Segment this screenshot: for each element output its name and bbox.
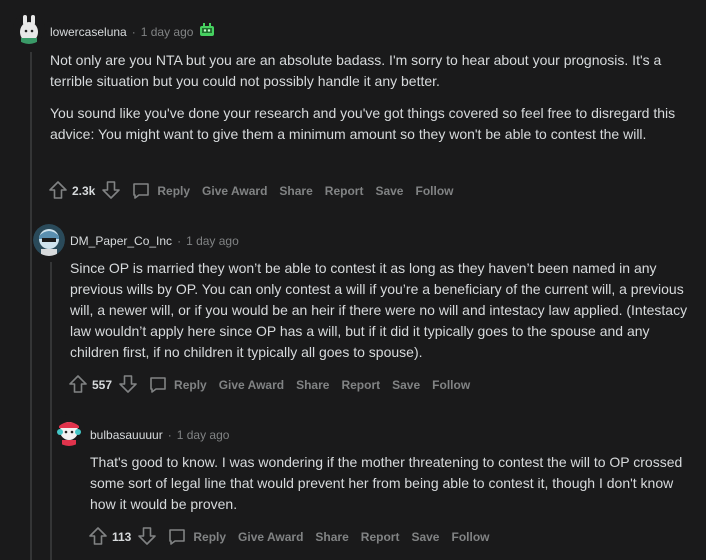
avatar[interactable]: [13, 12, 45, 44]
reply-button[interactable]: Reply: [131, 181, 190, 201]
save-button[interactable]: Save: [411, 530, 439, 544]
avatar-image: [53, 414, 85, 446]
reply-label: Reply: [193, 530, 227, 544]
upvote-icon[interactable]: [68, 374, 88, 397]
comment-paragraph: Since OP is married they won’t be able t…: [70, 260, 688, 360]
save-button[interactable]: Save: [375, 184, 403, 198]
thread-line[interactable]: [50, 262, 52, 560]
follow-button[interactable]: Follow: [432, 378, 470, 392]
give-award-button[interactable]: Give Award: [202, 184, 267, 198]
reply-label: Reply: [157, 184, 191, 198]
comment-icon: [150, 377, 166, 393]
comment-icon: [133, 183, 150, 199]
follow-button[interactable]: Follow: [451, 530, 489, 544]
report-button[interactable]: Report: [361, 530, 400, 544]
downvote-icon[interactable]: [137, 526, 157, 549]
upvote-icon[interactable]: [48, 180, 68, 203]
reply-button[interactable]: Reply: [148, 375, 207, 395]
separator: ·: [131, 24, 136, 39]
timestamp[interactable]: 1 day ago: [177, 428, 230, 442]
save-button[interactable]: Save: [392, 378, 420, 392]
comment-actions: 2.3k Reply Give Award Share Report Save …: [48, 179, 465, 203]
avatar[interactable]: [53, 414, 85, 446]
comment-paragraph: Not only are you NTA but you are an abso…: [50, 52, 662, 89]
username[interactable]: bulbasauuuur: [90, 428, 163, 442]
avatar-image: [33, 224, 65, 256]
timestamp[interactable]: 1 day ago: [141, 25, 194, 39]
comment-paragraph: You sound like you've done your research…: [50, 105, 676, 142]
give-award-button[interactable]: Give Award: [238, 530, 303, 544]
give-award-button[interactable]: Give Award: [219, 378, 284, 392]
award-icon[interactable]: [199, 22, 215, 41]
downvote-icon[interactable]: [101, 180, 121, 203]
reply-label: Reply: [174, 378, 207, 392]
report-button[interactable]: Report: [341, 378, 380, 392]
share-button[interactable]: Share: [296, 378, 329, 392]
vote-count: 2.3k: [72, 184, 96, 198]
comment-icon: [169, 529, 186, 545]
avatar-image: [13, 12, 45, 44]
report-button[interactable]: Report: [325, 184, 364, 198]
thread-line[interactable]: [30, 52, 32, 560]
vote-count: 557: [92, 378, 113, 392]
comment-actions: 557 Reply Give Award Share Report Save F…: [68, 373, 482, 397]
share-button[interactable]: Share: [315, 530, 348, 544]
comment-paragraph: That's good to know. I was wondering if …: [90, 454, 683, 512]
follow-button[interactable]: Follow: [415, 184, 453, 198]
comment-body: Since OP is married they won’t be able t…: [70, 258, 695, 374]
comment-body: Not only are you NTA but you are an abso…: [50, 50, 695, 156]
username[interactable]: lowercaseluna: [50, 25, 127, 39]
vote-count: 113: [112, 530, 132, 544]
avatar[interactable]: [33, 224, 65, 256]
upvote-icon[interactable]: [88, 526, 108, 549]
share-button[interactable]: Share: [279, 184, 312, 198]
comment-body: That's good to know. I was wondering if …: [90, 452, 695, 526]
vote-box: 113: [88, 526, 157, 549]
username[interactable]: DM_Paper_Co_Inc: [70, 234, 172, 248]
separator: ·: [167, 428, 172, 442]
separator: ·: [177, 234, 182, 248]
vote-box: 557: [68, 374, 138, 397]
downvote-icon[interactable]: [118, 374, 138, 397]
timestamp[interactable]: 1 day ago: [186, 234, 239, 248]
comment-actions: 113 Reply Give Award Share Report Save F…: [88, 525, 501, 549]
vote-box: 2.3k: [48, 180, 121, 203]
reply-button[interactable]: Reply: [167, 527, 226, 547]
